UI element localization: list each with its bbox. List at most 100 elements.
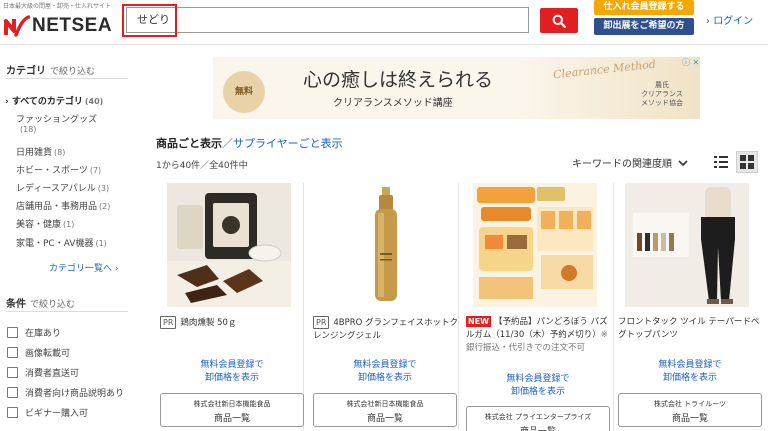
seller-button[interactable]: 株式会社 プライエンタープライズ 商品一覧 <box>466 406 610 431</box>
product-image[interactable] <box>167 183 291 307</box>
price-login-link[interactable]: 無料会員登録で 卸価格を表示 <box>463 373 613 399</box>
pr-badge: PR <box>313 316 330 329</box>
grid-view-button[interactable] <box>736 151 758 173</box>
checkbox[interactable] <box>7 367 18 378</box>
category-item-label: レディースアパレル <box>16 184 96 194</box>
search-button[interactable] <box>540 8 578 33</box>
seller-products-label: 商品一覧 <box>366 414 403 424</box>
product-card[interactable]: フロントタック ツイル テーパードペグトップパンツ 無料会員登録で 卸価格を表示… <box>615 183 765 431</box>
condition-beginner[interactable]: ビギナー購入可 <box>7 406 88 419</box>
category-item-label: 家電・PC・AV機器 <box>16 239 94 249</box>
price-login-link[interactable]: 無料会員登録で 卸価格を表示 <box>157 359 307 385</box>
price-line: 無料会員登録で <box>658 360 722 370</box>
price-line: 無料会員登録で <box>200 360 264 370</box>
ad-banner[interactable]: 無料 心の癒しは終えられる クリアランスメソッド講座 Clearance Met… <box>213 57 700 119</box>
checkbox[interactable] <box>7 347 18 358</box>
price-login-link[interactable]: 無料会員登録で 卸価格を表示 <box>615 359 765 385</box>
register-button[interactable]: 仕入れ会員登録する <box>594 0 694 15</box>
list-view-icon[interactable] <box>714 154 728 170</box>
netsea-logo[interactable]: NETSEA <box>4 14 112 38</box>
product-image[interactable] <box>320 183 444 307</box>
seller-button[interactable]: 株式会社新日本機能食品 商品一覧 <box>160 393 304 427</box>
category-heading-label: カテゴリ <box>6 66 46 77</box>
seller-name: 株式会社 プライエンタープライズ <box>484 413 592 421</box>
category-item-label: 日用雑貨 <box>16 148 53 158</box>
header-divider <box>0 44 768 45</box>
tab-products[interactable]: 商品ごと表示 <box>156 137 222 150</box>
category-item-count: (2) <box>99 202 111 211</box>
seller-button[interactable]: 株式会社新日本機能食品 商品一覧 <box>313 393 457 427</box>
condition-label: 消費者直送可 <box>25 369 80 379</box>
view-tabs: 商品ごと表示／サプライヤーごと表示 <box>156 135 343 151</box>
checkbox[interactable] <box>7 327 18 338</box>
banner-title: 心の癒しは終えられる <box>303 70 494 91</box>
category-item-label: 店舗用品・事務用品 <box>16 202 98 212</box>
condition-image-ok[interactable]: 画像転載可 <box>7 346 70 359</box>
category-item-count: (7) <box>89 166 102 175</box>
new-badge: NEW <box>466 316 491 327</box>
ad-choices-icon[interactable]: ⓘ ✕ <box>682 57 699 68</box>
product-card[interactable]: PR 4BPRO グランフェイスホットクレンジングジェル 無料会員登録で 卸価格を… <box>310 183 460 431</box>
product-card[interactable]: PR 鶏肉燻製 50ｇ 無料会員登録で 卸価格を表示 株式会社新日本機能食品 商品… <box>157 183 307 431</box>
tab-suppliers[interactable]: サプライヤーごと表示 <box>233 137 343 150</box>
condition-label: 画像転載可 <box>25 349 71 359</box>
site-tagline: 日本最大級の問屋・卸売・仕入れサイト <box>3 3 112 10</box>
search-input[interactable]: せどり <box>126 7 529 33</box>
exhibit-button[interactable]: 卸出展をご希望の方 <box>594 18 694 35</box>
product-card[interactable]: NEW 【予約品】パンどろぼう パズルガム（11/30（木）予約〆切り）※銀行振込… <box>463 183 613 431</box>
sort-select[interactable]: キーワードの関連度順 <box>572 155 689 170</box>
sort-label: キーワードの関連度順 <box>572 159 672 170</box>
product-name-text: フロントタック ツイル テーパードペグトップパンツ <box>618 317 760 340</box>
chevron-down-icon <box>678 159 688 166</box>
product-name[interactable]: PR 鶏肉燻製 50ｇ <box>160 316 307 330</box>
product-name[interactable]: NEW 【予約品】パンどろぼう パズルガム（11/30（木）予約〆切り）※銀行振込… <box>466 316 613 355</box>
product-image[interactable] <box>473 183 597 307</box>
banner-subtitle: クリアランスメソッド講座 <box>333 98 453 109</box>
chevron-right-icon: › <box>706 16 710 27</box>
category-item-store[interactable]: 店舗用品・事務用品 (2) <box>16 199 110 212</box>
login-link[interactable]: › ログイン <box>706 12 753 27</box>
banner-org: 農氏 クリアランス メソッド協会 <box>641 81 683 108</box>
category-item-fashion[interactable]: ファッショングッズ <box>16 112 97 125</box>
category-divider <box>6 78 128 79</box>
category-all-count: (40) <box>84 97 104 106</box>
checkbox[interactable] <box>7 387 18 398</box>
logo-text: NETSEA <box>32 15 113 36</box>
condition-heading: 条件 で絞り込む <box>6 295 75 310</box>
product-name[interactable]: フロントタック ツイル テーパードペグトップパンツ <box>618 316 765 342</box>
card-divider <box>613 183 614 431</box>
category-item-label: 美容・健康 <box>16 220 62 230</box>
netsea-logo-mark-icon <box>4 15 30 37</box>
chevron-right-icon: › <box>114 264 119 274</box>
category-all[interactable]: › すべてのカテゴリ (40) <box>5 94 103 107</box>
category-item-daily[interactable]: 日用雑貨 (8) <box>16 145 65 158</box>
price-line: 卸価格を表示 <box>357 373 412 383</box>
tab-separator: ／ <box>222 137 233 150</box>
condition-label: 消費者向け商品説明あり <box>25 389 125 399</box>
product-name-text: 4BPRO グランフェイスホットクレンジングジェル <box>313 318 459 341</box>
product-name[interactable]: PR 4BPRO グランフェイスホットクレンジングジェル <box>313 316 460 343</box>
checkbox[interactable] <box>7 407 18 418</box>
condition-direct-ship[interactable]: 消費者直送可 <box>7 366 79 379</box>
category-item-ladies[interactable]: レディースアパレル (3) <box>16 181 109 194</box>
condition-consumer-desc[interactable]: 消費者向け商品説明あり <box>7 386 124 399</box>
category-item-count: (1) <box>95 239 107 248</box>
category-item-beauty[interactable]: 美容・健康 (1) <box>16 217 74 230</box>
category-item-count: (1) <box>63 220 75 229</box>
seller-name: 株式会社 トライルーツ <box>653 400 727 408</box>
condition-in-stock[interactable]: 在庫あり <box>7 326 61 339</box>
condition-heading-sub: で絞り込む <box>30 300 76 310</box>
pr-badge: PR <box>160 316 177 329</box>
condition-label: ビギナー購入可 <box>25 409 89 419</box>
chevron-right-icon: › <box>5 97 9 107</box>
category-item-hobby[interactable]: ホビー・スポーツ (7) <box>16 163 101 176</box>
login-label: ログイン <box>713 16 754 27</box>
category-list-link[interactable]: カテゴリ一覧へ › <box>49 261 119 274</box>
category-heading: カテゴリ で絞り込む <box>6 62 95 77</box>
price-login-link[interactable]: 無料会員登録で 卸価格を表示 <box>310 359 460 385</box>
product-image[interactable] <box>625 183 749 307</box>
seller-button[interactable]: 株式会社 トライルーツ 商品一覧 <box>618 393 762 427</box>
category-item-electronics[interactable]: 家電・PC・AV機器 (1) <box>16 236 107 249</box>
price-line: 無料会員登録で <box>353 360 417 370</box>
seller-name: 株式会社新日本機能食品 <box>193 400 271 408</box>
